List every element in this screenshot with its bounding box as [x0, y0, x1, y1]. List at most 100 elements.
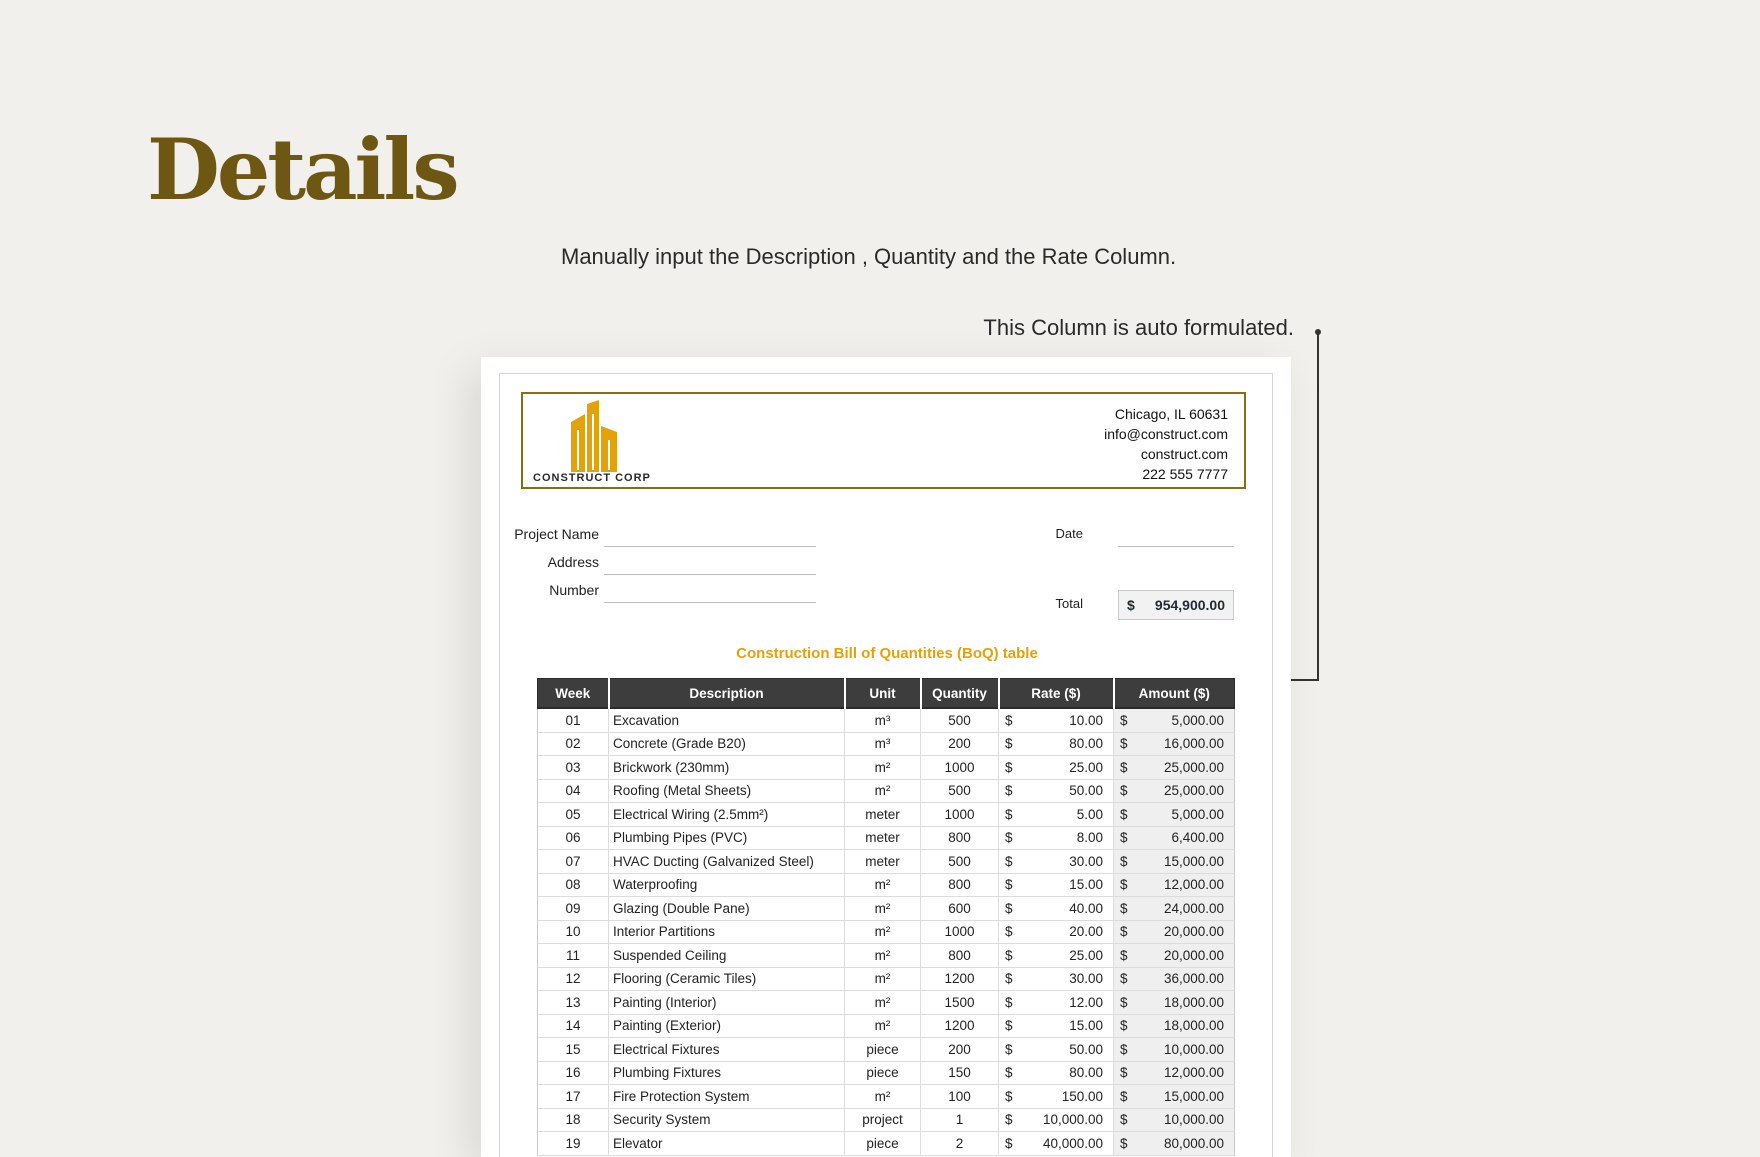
cell-rate[interactable]: $40,000.00: [998, 1131, 1114, 1156]
cell-week[interactable]: 15: [537, 1037, 609, 1062]
cell-week[interactable]: 03: [537, 755, 609, 780]
cell-description[interactable]: Flooring (Ceramic Tiles): [608, 967, 845, 991]
cell-quantity[interactable]: 500: [920, 707, 999, 733]
cell-quantity[interactable]: 1500: [920, 990, 999, 1015]
cell-description[interactable]: Waterproofing: [608, 873, 845, 897]
cell-quantity[interactable]: 200: [920, 732, 999, 756]
cell-rate[interactable]: $8.00: [998, 826, 1114, 850]
cell-unit[interactable]: m²: [844, 896, 921, 921]
cell-quantity[interactable]: 1000: [920, 802, 999, 827]
cell-quantity[interactable]: 500: [920, 849, 999, 874]
cell-description[interactable]: Painting (Interior): [608, 990, 845, 1015]
cell-unit[interactable]: m²: [844, 1014, 921, 1038]
cell-week[interactable]: 12: [537, 967, 609, 991]
cell-quantity[interactable]: 1: [920, 1108, 999, 1132]
project-name-field[interactable]: [604, 546, 816, 547]
cell-week[interactable]: 14: [537, 1014, 609, 1038]
cell-quantity[interactable]: 200: [920, 1037, 999, 1062]
cell-description[interactable]: Interior Partitions: [608, 920, 845, 944]
cell-week[interactable]: 09: [537, 896, 609, 921]
company-website[interactable]: construct.com: [1104, 444, 1228, 464]
cell-week[interactable]: 04: [537, 779, 609, 803]
cell-unit[interactable]: m²: [844, 873, 921, 897]
cell-description[interactable]: Plumbing Fixtures: [608, 1061, 845, 1085]
cell-quantity[interactable]: 600: [920, 896, 999, 921]
cell-unit[interactable]: meter: [844, 826, 921, 850]
cell-quantity[interactable]: 800: [920, 873, 999, 897]
cell-week[interactable]: 07: [537, 849, 609, 874]
cell-rate[interactable]: $5.00: [998, 802, 1114, 827]
cell-rate[interactable]: $40.00: [998, 896, 1114, 921]
cell-description[interactable]: Plumbing Pipes (PVC): [608, 826, 845, 850]
cell-week[interactable]: 19: [537, 1131, 609, 1156]
cell-description[interactable]: Excavation: [608, 707, 845, 733]
cell-description[interactable]: Glazing (Double Pane): [608, 896, 845, 921]
cell-description[interactable]: Roofing (Metal Sheets): [608, 779, 845, 803]
cell-rate[interactable]: $80.00: [998, 1061, 1114, 1085]
company-email[interactable]: info@construct.com: [1104, 424, 1228, 444]
cell-description[interactable]: Fire Protection System: [608, 1084, 845, 1109]
cell-week[interactable]: 11: [537, 943, 609, 968]
cell-rate[interactable]: $12.00: [998, 990, 1114, 1015]
cell-week[interactable]: 18: [537, 1108, 609, 1132]
cell-unit[interactable]: meter: [844, 802, 921, 827]
cell-quantity[interactable]: 1000: [920, 755, 999, 780]
cell-unit[interactable]: m²: [844, 990, 921, 1015]
cell-week[interactable]: 02: [537, 732, 609, 756]
cell-rate[interactable]: $30.00: [998, 967, 1114, 991]
cell-unit[interactable]: piece: [844, 1037, 921, 1062]
cell-unit[interactable]: m²: [844, 1084, 921, 1109]
cell-unit[interactable]: m²: [844, 967, 921, 991]
cell-description[interactable]: HVAC Ducting (Galvanized Steel): [608, 849, 845, 874]
cell-quantity[interactable]: 500: [920, 779, 999, 803]
cell-unit[interactable]: m²: [844, 779, 921, 803]
cell-quantity[interactable]: 100: [920, 1084, 999, 1109]
number-field[interactable]: [604, 602, 816, 603]
cell-rate[interactable]: $150.00: [998, 1084, 1114, 1109]
cell-unit[interactable]: m²: [844, 943, 921, 968]
cell-rate[interactable]: $50.00: [998, 779, 1114, 803]
cell-rate[interactable]: $10,000.00: [998, 1108, 1114, 1132]
cell-description[interactable]: Security System: [608, 1108, 845, 1132]
cell-rate[interactable]: $10.00: [998, 707, 1114, 733]
cell-unit[interactable]: m²: [844, 755, 921, 780]
cell-week[interactable]: 13: [537, 990, 609, 1015]
cell-description[interactable]: Electrical Wiring (2.5mm²): [608, 802, 845, 827]
cell-description[interactable]: Suspended Ceiling: [608, 943, 845, 968]
cell-unit[interactable]: m³: [844, 732, 921, 756]
cell-unit[interactable]: project: [844, 1108, 921, 1132]
cell-rate[interactable]: $15.00: [998, 873, 1114, 897]
cell-description[interactable]: Elevator: [608, 1131, 845, 1156]
cell-description[interactable]: Brickwork (230mm): [608, 755, 845, 780]
cell-week[interactable]: 10: [537, 920, 609, 944]
cell-unit[interactable]: m²: [844, 920, 921, 944]
address-field[interactable]: [604, 574, 816, 575]
cell-rate[interactable]: $80.00: [998, 732, 1114, 756]
cell-rate[interactable]: $20.00: [998, 920, 1114, 944]
cell-week[interactable]: 06: [537, 826, 609, 850]
cell-description[interactable]: Electrical Fixtures: [608, 1037, 845, 1062]
cell-quantity[interactable]: 1200: [920, 967, 999, 991]
cell-rate[interactable]: $30.00: [998, 849, 1114, 874]
cell-week[interactable]: 08: [537, 873, 609, 897]
date-field[interactable]: [1118, 546, 1234, 547]
cell-unit[interactable]: piece: [844, 1131, 921, 1156]
cell-week[interactable]: 16: [537, 1061, 609, 1085]
cell-rate[interactable]: $50.00: [998, 1037, 1114, 1062]
cell-week[interactable]: 01: [537, 707, 609, 733]
cell-quantity[interactable]: 800: [920, 826, 999, 850]
cell-quantity[interactable]: 1200: [920, 1014, 999, 1038]
cell-description[interactable]: Concrete (Grade B20): [608, 732, 845, 756]
cell-unit[interactable]: piece: [844, 1061, 921, 1085]
cell-description[interactable]: Painting (Exterior): [608, 1014, 845, 1038]
cell-rate[interactable]: $25.00: [998, 755, 1114, 780]
cell-rate[interactable]: $25.00: [998, 943, 1114, 968]
cell-week[interactable]: 05: [537, 802, 609, 827]
cell-quantity[interactable]: 150: [920, 1061, 999, 1085]
cell-unit[interactable]: meter: [844, 849, 921, 874]
cell-quantity[interactable]: 1000: [920, 920, 999, 944]
cell-quantity[interactable]: 2: [920, 1131, 999, 1156]
cell-unit[interactable]: m³: [844, 707, 921, 733]
cell-quantity[interactable]: 800: [920, 943, 999, 968]
cell-week[interactable]: 17: [537, 1084, 609, 1109]
